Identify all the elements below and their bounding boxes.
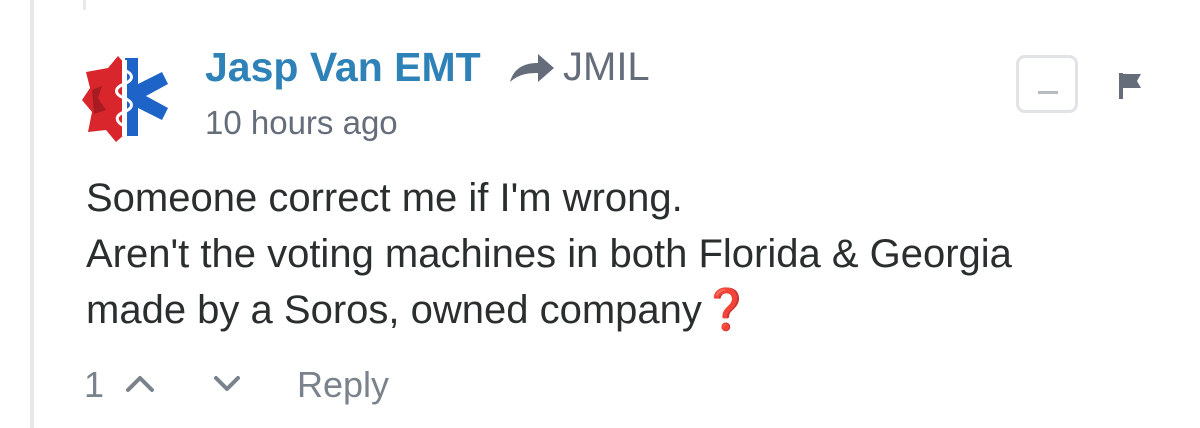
flag-icon[interactable] — [1117, 71, 1145, 101]
reply-to-author[interactable]: JMIL — [563, 45, 650, 90]
question-mark-emoji: ❓ — [701, 288, 752, 332]
reply-arrow-icon — [510, 54, 554, 82]
chevron-down-icon[interactable] — [212, 372, 242, 396]
vote-count: 1 — [84, 364, 105, 405]
minus-icon — [1038, 91, 1058, 94]
message-line: Aren't the voting machines in both Flori… — [86, 232, 1012, 276]
timestamp[interactable]: 10 hours ago — [205, 104, 398, 142]
thread-line-top — [83, 0, 86, 10]
star-of-life-logo — [82, 56, 168, 142]
avatar[interactable] — [78, 50, 172, 144]
author-name[interactable]: Jasp Van EMT — [205, 44, 481, 91]
message-line: Someone correct me if I'm wrong. — [86, 176, 683, 220]
comment-card: Jasp Van EMT JMIL 10 hours ago Someone c… — [0, 0, 1200, 428]
comment-message: Someone correct me if I'm wrong. Aren't … — [86, 170, 1166, 338]
thread-line — [30, 0, 34, 428]
message-line-text: made by a Soros, owned company — [86, 288, 702, 332]
chevron-up-icon[interactable] — [124, 370, 156, 396]
message-line: made by a Soros, owned company❓ — [86, 282, 1166, 338]
reply-button[interactable]: Reply — [297, 364, 389, 406]
collapse-button[interactable] — [1016, 55, 1078, 113]
